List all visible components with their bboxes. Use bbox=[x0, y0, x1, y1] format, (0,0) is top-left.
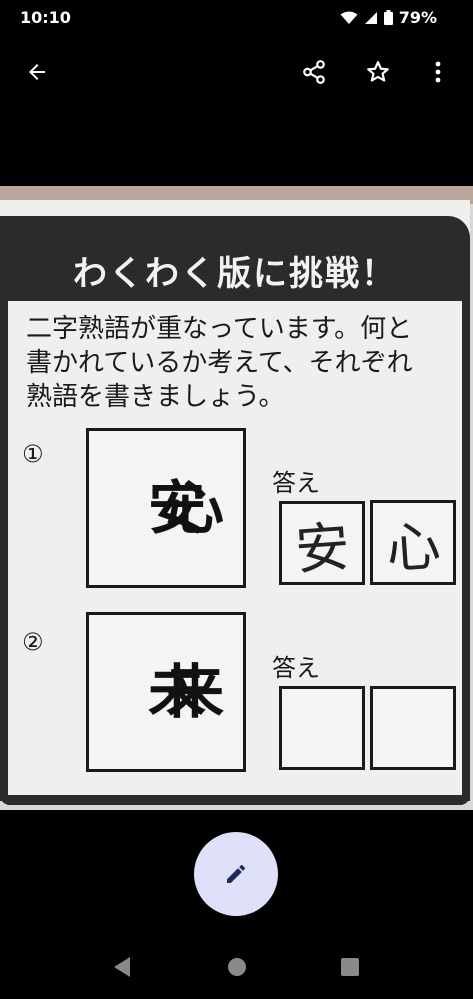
nav-recents-icon[interactable] bbox=[340, 957, 360, 977]
back-button[interactable] bbox=[15, 50, 59, 94]
status-bar: 10:10 79% bbox=[0, 0, 473, 34]
frame-left bbox=[0, 301, 8, 801]
handwritten-answer: 安 bbox=[293, 514, 352, 582]
question-number: ① bbox=[22, 440, 44, 468]
more-vert-icon bbox=[435, 61, 441, 83]
share-icon bbox=[303, 60, 325, 84]
answer-box: 安 bbox=[279, 501, 365, 585]
answer-label: 答え bbox=[272, 654, 320, 682]
kanji-puzzle-box: 安心 bbox=[86, 428, 246, 588]
worksheet: わくわく版に挑戦！ 二字熟語が重なっています。何と 書かれているか考えて、それぞ… bbox=[0, 200, 470, 805]
status-time: 10:10 bbox=[20, 8, 71, 27]
edit-button[interactable] bbox=[194, 832, 278, 916]
wifi-icon bbox=[340, 11, 358, 24]
signal-icon bbox=[364, 11, 377, 24]
instruction-line: 熟語を書きましょう。 bbox=[26, 382, 285, 412]
nav-home-icon[interactable] bbox=[226, 956, 248, 978]
answer-box: 心 bbox=[370, 500, 456, 585]
instruction-line: 書かれているか考えて、それぞれ bbox=[26, 348, 413, 378]
kanji-puzzle-box: 未来 bbox=[86, 612, 246, 772]
frame-bottom bbox=[0, 795, 470, 805]
nav-back-icon[interactable] bbox=[112, 956, 132, 978]
photo-view[interactable]: わくわく版に挑戦！ 二字熟語が重なっています。何と 書かれているか考えて、それぞ… bbox=[0, 186, 473, 810]
handwritten-answer: 心 bbox=[384, 514, 443, 581]
share-button[interactable] bbox=[292, 50, 336, 94]
battery-percent: 79% bbox=[398, 8, 437, 27]
frame-right bbox=[462, 301, 470, 801]
more-options-button[interactable] bbox=[416, 50, 460, 94]
status-icons: 79% bbox=[340, 8, 437, 27]
overlapped-kanji: 安心 bbox=[147, 474, 224, 542]
answer-box bbox=[370, 686, 456, 770]
instructions: 二字熟語が重なっています。何と 書かれているか考えて、それぞれ 熟語を書きましょ… bbox=[26, 312, 456, 414]
banner-title: わくわく版に挑戦！ bbox=[73, 254, 397, 294]
back-arrow-icon bbox=[29, 64, 45, 80]
question-number: ② bbox=[22, 628, 44, 656]
star-icon bbox=[367, 61, 389, 82]
system-nav-bar bbox=[0, 940, 473, 999]
answer-label: 答え bbox=[272, 469, 320, 497]
battery-icon bbox=[383, 10, 393, 25]
answer-box bbox=[279, 686, 365, 770]
favorite-button[interactable] bbox=[356, 50, 400, 94]
overlapped-kanji: 未来 bbox=[147, 658, 224, 726]
pencil-edit-icon bbox=[227, 865, 245, 883]
instruction-line: 二字熟語が重なっています。何と bbox=[26, 314, 413, 344]
worksheet-banner: わくわく版に挑戦！ bbox=[0, 216, 470, 301]
